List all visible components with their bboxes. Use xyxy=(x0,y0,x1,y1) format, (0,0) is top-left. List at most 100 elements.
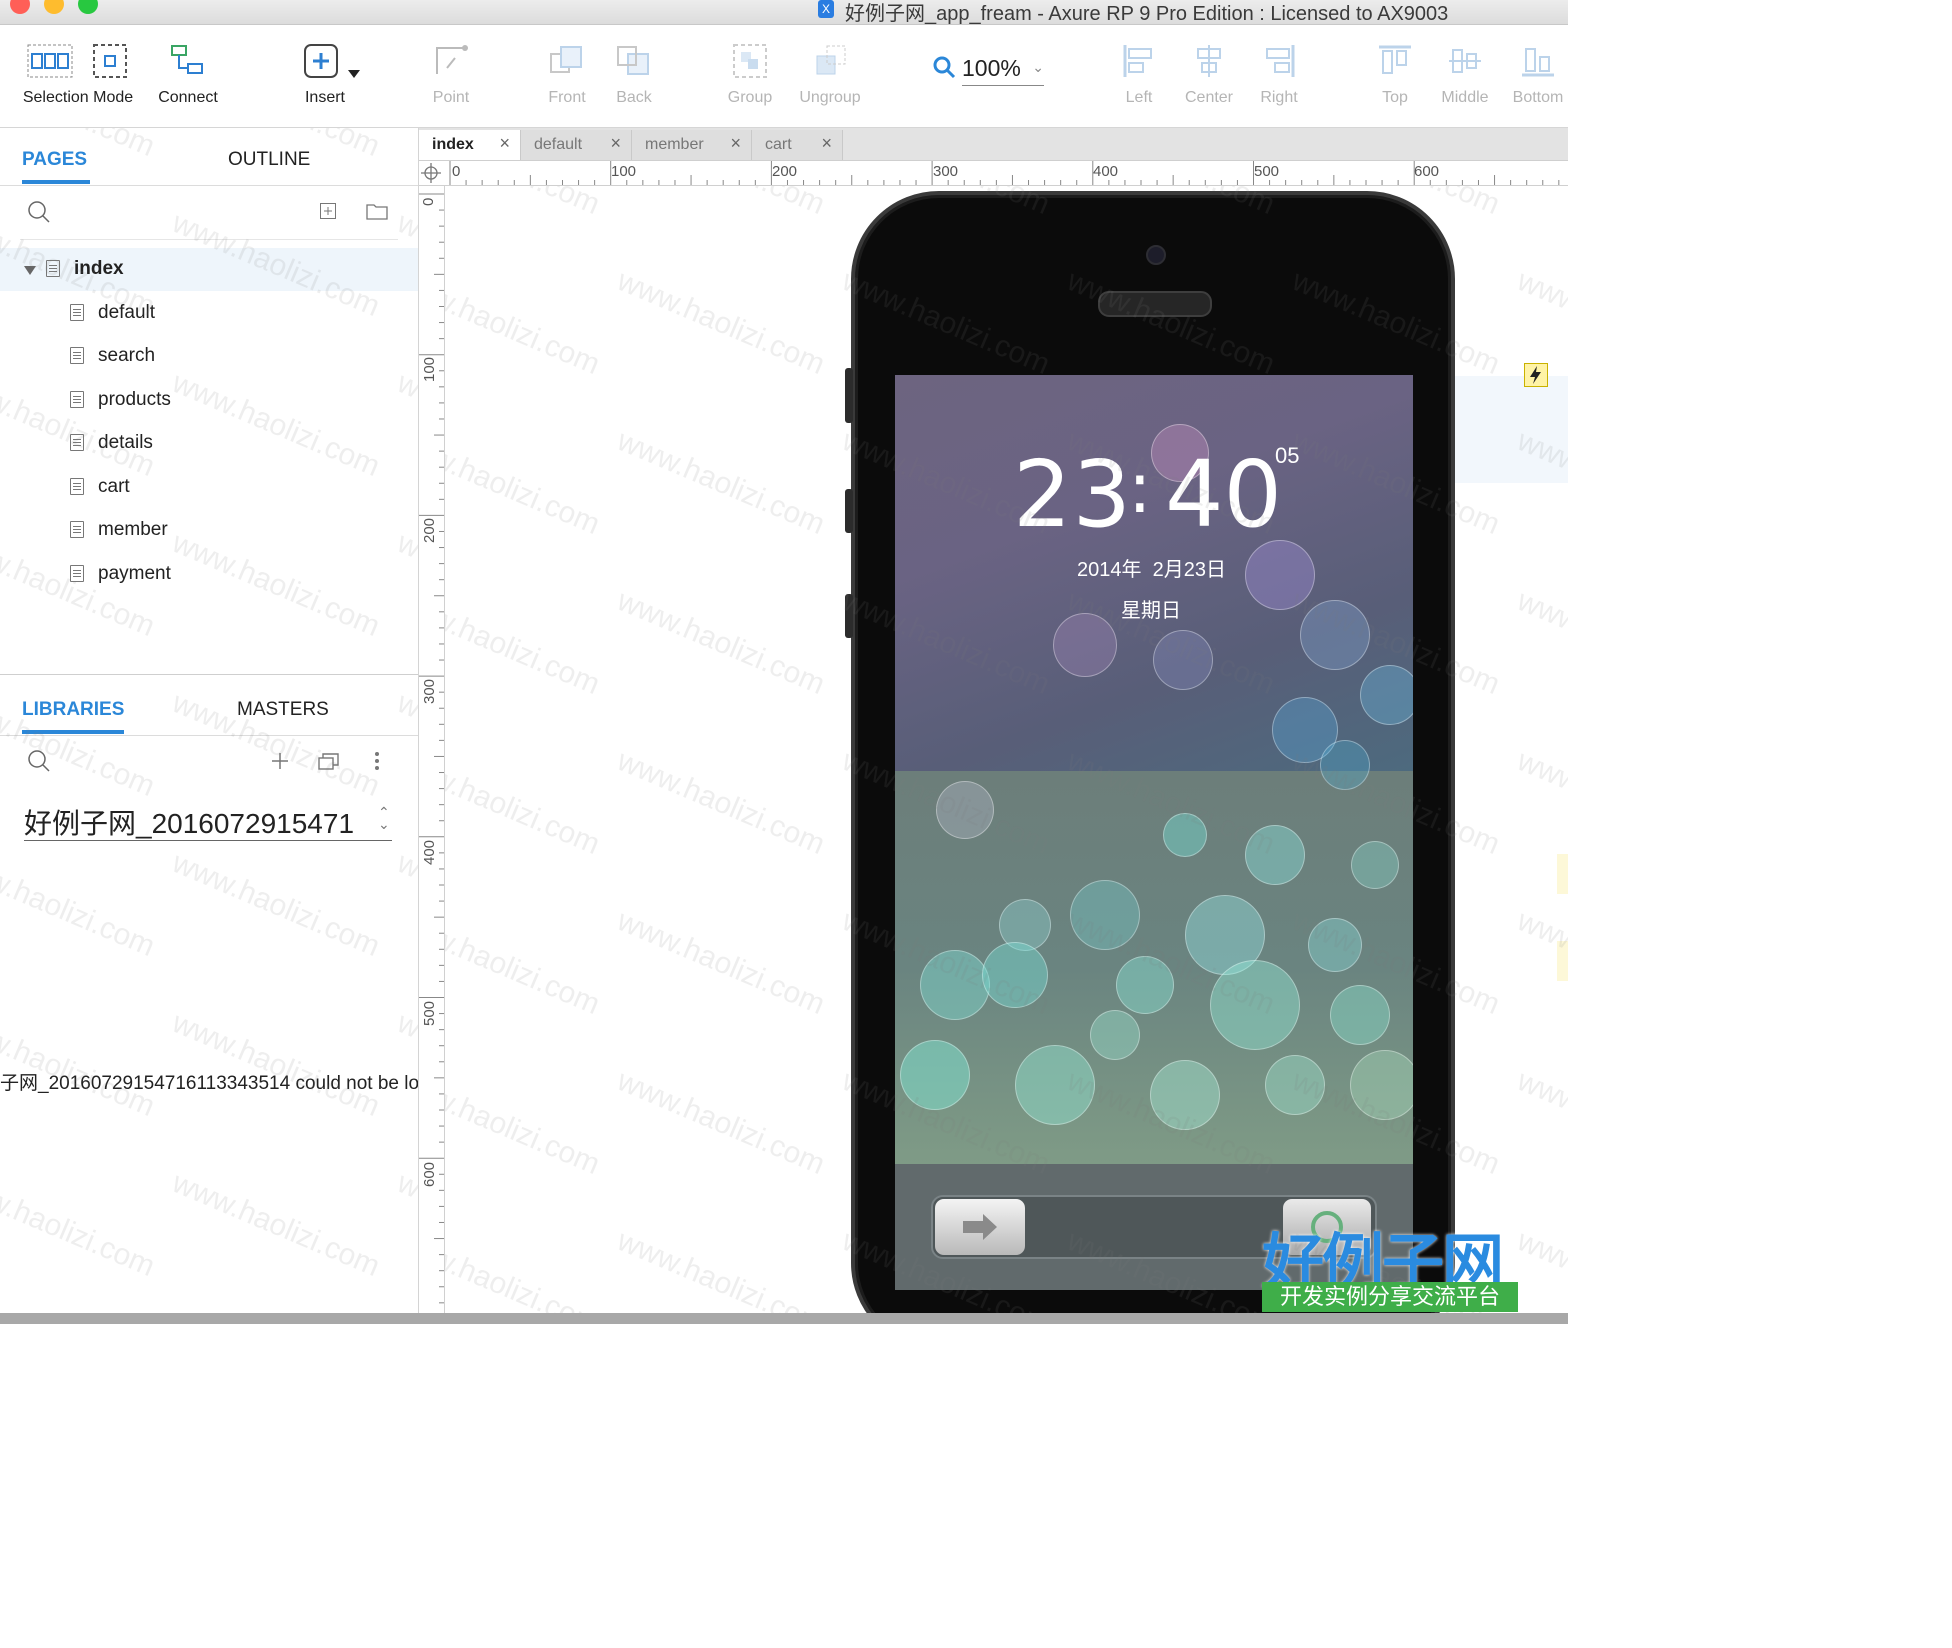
align-right-icon xyxy=(1262,44,1296,83)
watermark-text: www.haolizi.com xyxy=(445,424,605,542)
unlock-slider-handle[interactable] xyxy=(935,1199,1025,1255)
tab-pages-indicator xyxy=(22,180,90,184)
page-item-label: details xyxy=(98,432,153,453)
expand-arrow-icon[interactable] xyxy=(24,263,36,281)
ruler-label: 600 xyxy=(1414,163,1440,180)
ruler-label: 0 xyxy=(452,163,461,180)
page-icon xyxy=(70,391,84,408)
tab-label: default xyxy=(534,136,583,153)
bokeh-bubble xyxy=(1210,960,1300,1050)
ruler-label: 500 xyxy=(1254,163,1280,180)
close-tab-icon[interactable]: × xyxy=(610,133,621,154)
ruler-label: 200 xyxy=(421,517,438,543)
bokeh-bubble xyxy=(1330,985,1390,1045)
align-left-icon xyxy=(1122,44,1156,83)
tab-label: index xyxy=(432,136,474,153)
page-item-index[interactable]: index xyxy=(0,248,418,291)
page-item-label: search xyxy=(98,345,156,366)
ruler-origin[interactable] xyxy=(419,161,445,186)
bokeh-bubble xyxy=(1116,956,1174,1014)
ruler-label: 100 xyxy=(611,163,637,180)
tab-member[interactable]: member × xyxy=(632,130,752,160)
pages-search-icon[interactable] xyxy=(27,200,51,229)
page-icon xyxy=(70,304,84,321)
tab-masters[interactable]: MASTERS xyxy=(237,699,329,721)
bokeh-bubble xyxy=(1360,665,1413,725)
tab-pages[interactable]: PAGES xyxy=(22,149,87,171)
interaction-lightning-icon[interactable] xyxy=(1524,363,1548,387)
more-options-icon[interactable] xyxy=(374,751,380,776)
bokeh-bubble xyxy=(1163,813,1207,857)
align-left-label: Left xyxy=(1125,89,1153,106)
note-marker xyxy=(1557,854,1568,894)
watermark-text: www.haolizi.com xyxy=(612,264,830,382)
page-item-default[interactable]: default xyxy=(0,292,418,335)
window-title: 好例子网_app_fream - Axure RP 9 Pro Edition … xyxy=(845,3,1449,25)
align-middle-label: Middle xyxy=(1441,89,1489,106)
library-select[interactable]: 好例子网_2016072915471 ⌃ ⌄ xyxy=(24,802,392,841)
back-label: Back xyxy=(616,89,652,106)
page-item-member[interactable]: member xyxy=(0,509,418,552)
group-icon xyxy=(733,44,767,83)
page-icon xyxy=(70,478,84,495)
tab-libraries[interactable]: LIBRARIES xyxy=(22,699,124,721)
align-bottom-label: Bottom xyxy=(1512,89,1564,106)
pane-splitter[interactable] xyxy=(0,674,418,675)
group-label: Group xyxy=(727,89,773,106)
add-library-icon[interactable] xyxy=(270,751,290,776)
vertical-ruler[interactable]: 0 100 200 300 400 500 600 xyxy=(419,186,445,1324)
libraries-search-icon[interactable] xyxy=(27,749,51,778)
window-bottom-edge xyxy=(0,1313,1568,1324)
page-item-details[interactable]: details xyxy=(0,422,418,465)
watermark-text: www.haolizi.com xyxy=(612,904,830,1022)
page-item-cart[interactable]: cart xyxy=(0,466,418,509)
page-item-payment[interactable]: payment xyxy=(0,553,418,596)
page-item-search[interactable]: search xyxy=(0,335,418,378)
select-contained-icon xyxy=(93,44,127,83)
close-tab-icon[interactable]: × xyxy=(821,133,832,154)
clock-separator: : xyxy=(1128,447,1152,529)
tab-cart[interactable]: cart × xyxy=(752,130,843,160)
ruler-label: 400 xyxy=(421,839,438,865)
clock-seconds: 05 xyxy=(1275,443,1300,468)
speaker-grille xyxy=(1098,291,1212,317)
zoom-level-select[interactable]: 100% ⌄ xyxy=(962,55,1044,86)
align-center-label: Center xyxy=(1184,89,1234,106)
tab-outline[interactable]: OUTLINE xyxy=(228,149,310,171)
insert-dropdown-icon xyxy=(348,65,360,83)
clock-hours: 23 xyxy=(1013,441,1133,548)
watermark-text: www.haolizi.com xyxy=(612,584,830,702)
ruler-label: 200 xyxy=(772,163,798,180)
bokeh-bubble xyxy=(982,942,1048,1008)
design-canvas[interactable]: 23 : 40 05 2014年 2月23日 星期日 www.haolizi.c… xyxy=(445,186,1568,1324)
bokeh-bubble xyxy=(1350,1050,1413,1120)
close-tab-icon[interactable]: × xyxy=(730,133,741,154)
close-window-button[interactable] xyxy=(10,0,30,14)
add-page-icon[interactable] xyxy=(320,203,336,224)
page-icon xyxy=(70,434,84,451)
page-icon xyxy=(46,260,60,277)
horizontal-ruler[interactable]: 0 100 200 300 400 500 600 xyxy=(444,161,1568,186)
bokeh-bubble xyxy=(1320,740,1370,790)
zoom-window-button[interactable] xyxy=(78,0,98,14)
page-icon xyxy=(70,521,84,538)
ruler-label: 400 xyxy=(1093,163,1119,180)
bokeh-bubble xyxy=(900,1040,970,1110)
close-tab-icon[interactable]: × xyxy=(499,133,510,154)
watermark-text: www.haolizi.com xyxy=(612,1064,830,1182)
arrow-right-icon xyxy=(963,1214,997,1240)
minimize-window-button[interactable] xyxy=(44,0,64,14)
page-item-products[interactable]: products xyxy=(0,379,418,422)
watermark-text: www.haolizi.com xyxy=(445,1224,605,1324)
watermark-text: www.haolizi.com xyxy=(612,186,830,222)
add-folder-icon[interactable] xyxy=(366,202,388,225)
bokeh-bubble xyxy=(1150,1060,1220,1130)
tab-default[interactable]: default × xyxy=(521,130,632,160)
bokeh-bubble xyxy=(1245,540,1315,610)
tab-index[interactable]: index × xyxy=(419,130,521,160)
library-select-value: 好例子网_2016072915471 xyxy=(24,808,355,839)
align-center-icon xyxy=(1192,44,1226,83)
library-options-icon[interactable] xyxy=(318,751,340,776)
tab-libraries-indicator xyxy=(22,730,124,734)
ruler-label: 300 xyxy=(421,678,438,704)
